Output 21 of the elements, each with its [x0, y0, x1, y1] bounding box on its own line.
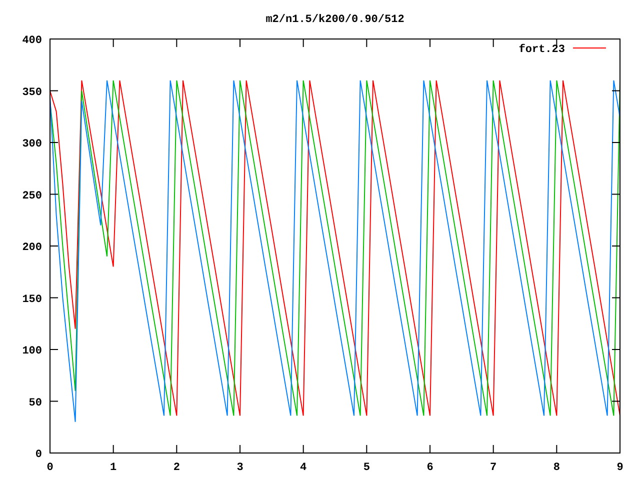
x-tick-label: 5	[363, 462, 370, 474]
x-tick-label: 4	[300, 462, 307, 474]
legend-label: fort.23	[518, 44, 565, 56]
y-tick-label: 100	[22, 346, 42, 358]
x-tick-label: 8	[553, 462, 560, 474]
x-tick-label: 6	[426, 462, 434, 474]
chart-title: m2/n1.5/k200/0.90/512	[266, 14, 404, 26]
y-tick-label: 400	[22, 35, 42, 47]
y-tick-label: 50	[28, 397, 42, 410]
y-tick-label: 0	[35, 449, 42, 461]
x-tick-label: 3	[236, 462, 244, 474]
y-tick-label: 150	[22, 294, 42, 306]
y-tick-label: 350	[22, 86, 42, 99]
y-tick-label: 250	[22, 190, 42, 202]
y-tick-label: 300	[22, 138, 42, 150]
x-tick-label: 1	[110, 462, 117, 474]
x-tick-label: 0	[46, 462, 54, 474]
y-tick-label: 200	[22, 242, 42, 254]
x-tick-label: 2	[173, 462, 180, 474]
x-tick-label: 7	[490, 462, 497, 474]
x-tick-label: 9	[616, 462, 624, 474]
